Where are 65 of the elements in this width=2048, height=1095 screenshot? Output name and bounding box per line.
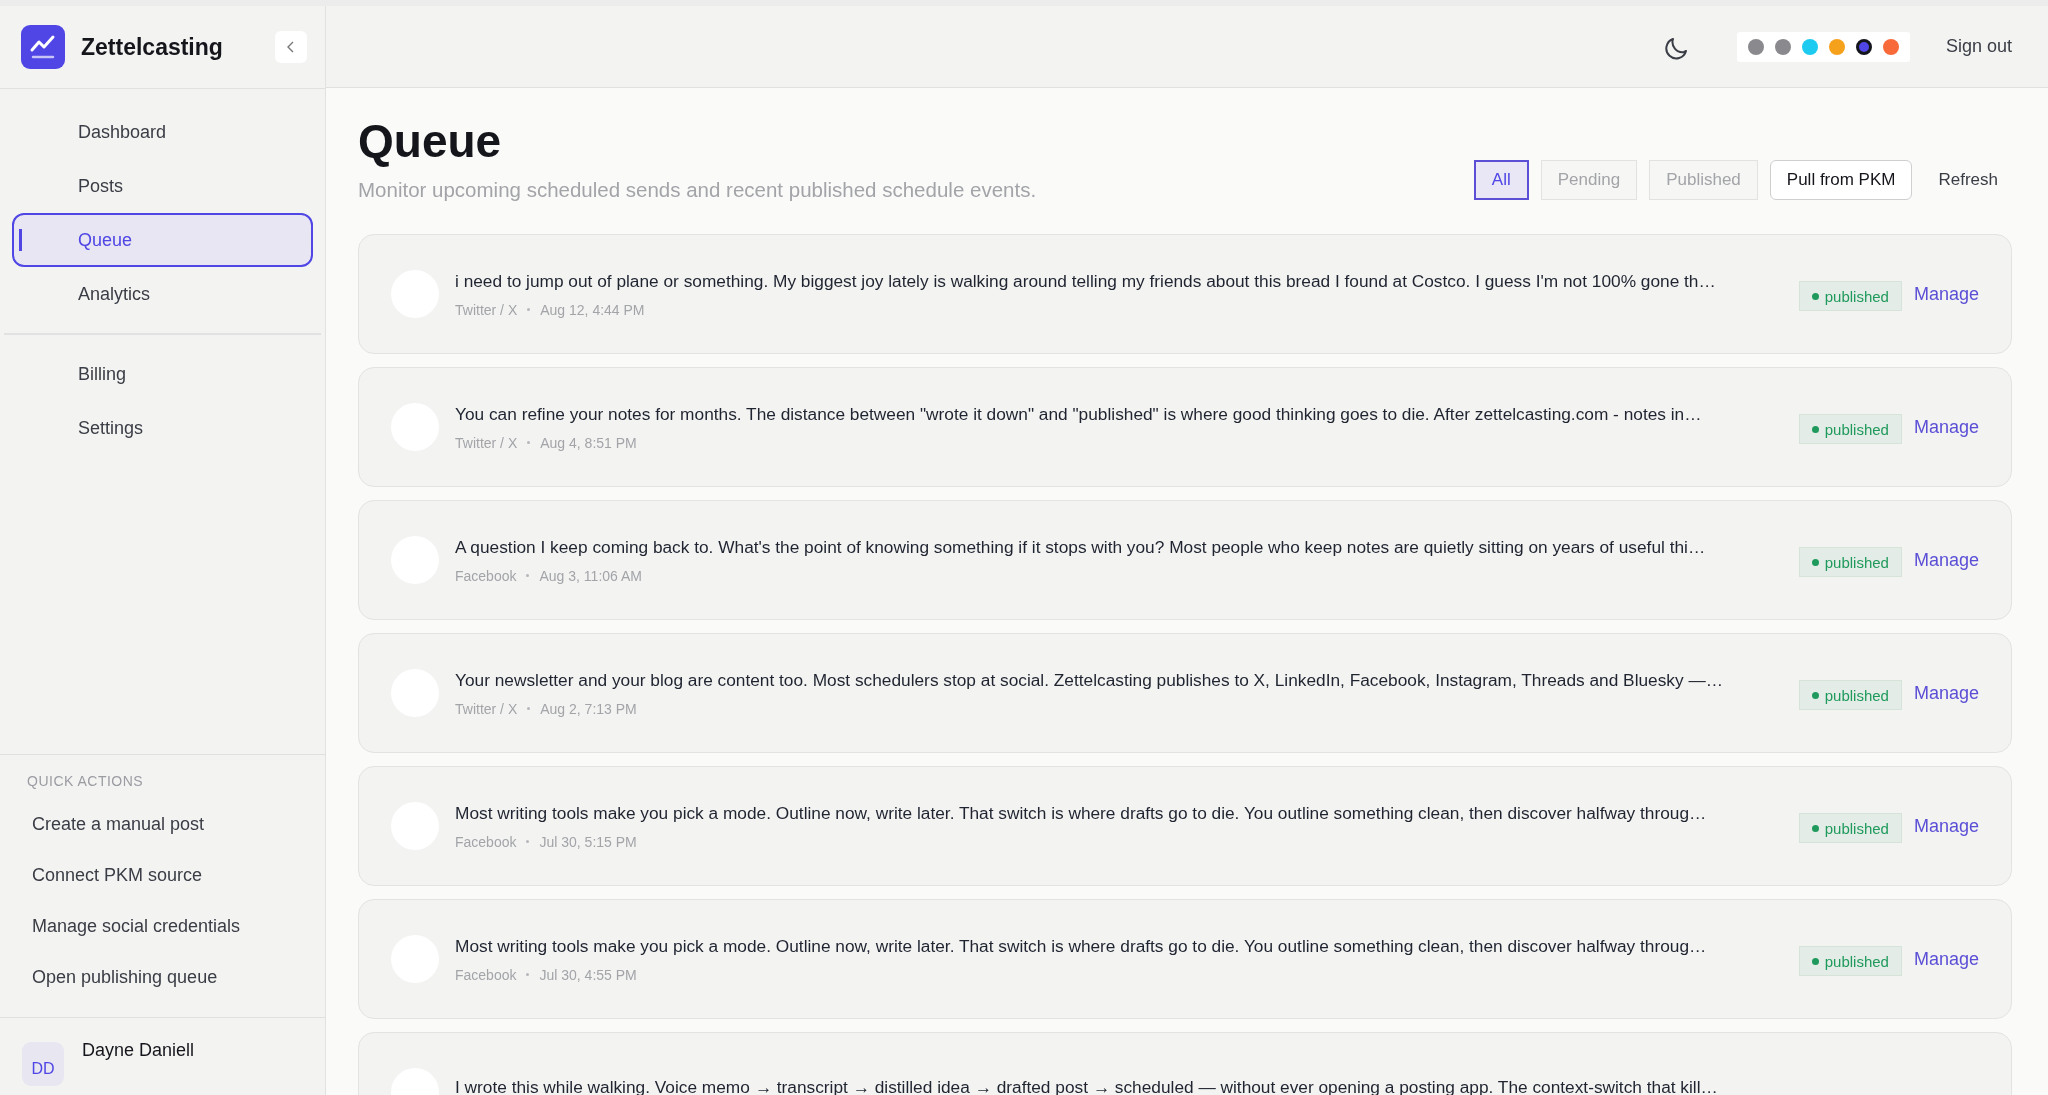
sign-out-button[interactable]: Sign out bbox=[1945, 36, 2012, 57]
post-text: You can refine your notes for months. The distance between "wrote it down" and "published" is where good thinking goes to die. After zettelcasting.com - notes in… bbox=[455, 403, 1703, 425]
section-heading: QUICK ACTIONS bbox=[26, 773, 145, 789]
refresh-button[interactable]: Refresh bbox=[1924, 160, 2012, 200]
platform-label: Twitter / X bbox=[455, 301, 518, 318]
status-badge: published bbox=[1798, 547, 1902, 577]
theme-color-swatch[interactable] bbox=[1801, 38, 1818, 55]
manage-link[interactable]: Manage bbox=[1913, 948, 1979, 970]
nav-item[interactable]: Dashboard bbox=[12, 105, 313, 159]
platform-label: Twitter / X bbox=[455, 700, 518, 717]
theme-color-swatch[interactable] bbox=[1882, 38, 1899, 55]
post-time: Aug 3, 11:06 AM bbox=[539, 567, 642, 584]
separator-dot-icon bbox=[526, 574, 530, 577]
status-badge: published bbox=[1798, 281, 1902, 311]
post-time: Aug 2, 7:13 PM bbox=[540, 700, 637, 717]
platform-label: Facebook bbox=[455, 966, 517, 983]
post-time: Jul 30, 5:15 PM bbox=[539, 833, 637, 850]
quick-action-link[interactable]: Manage social credentials bbox=[0, 901, 325, 952]
theme-color-swatch[interactable] bbox=[1747, 38, 1764, 55]
separator-dot-icon bbox=[526, 973, 530, 976]
brand-name: Zettelcasting bbox=[81, 33, 224, 61]
post-text: Most writing tools make you pick a mode. Outline now, write later. That switch is where drafts go to die. You outline something clean, then discover halfway throug… bbox=[455, 935, 1708, 957]
manage-link[interactable]: Manage bbox=[1913, 283, 1979, 305]
status-badge: published bbox=[1798, 414, 1902, 444]
theme-color-swatch[interactable] bbox=[1828, 38, 1845, 55]
manage-link[interactable]: Manage bbox=[1913, 549, 1979, 571]
separator-dot-icon bbox=[527, 707, 531, 710]
platform-label: Facebook bbox=[455, 833, 517, 850]
nav-item[interactable]: Posts bbox=[12, 159, 313, 213]
platform-label: Twitter / X bbox=[455, 434, 518, 451]
quick-action-link[interactable]: Open publishing queue bbox=[0, 952, 325, 1003]
post-time: Aug 4, 8:51 PM bbox=[540, 434, 637, 451]
post-text: Your newsletter and your blog are content too. Most schedulers stop at social. Zettelcasting publishes to X, LinkedIn, Facebook, Instagram, Threads and Bluesky —… bbox=[455, 669, 1724, 691]
separator-dot-icon bbox=[527, 308, 531, 311]
nav-item[interactable]: Settings bbox=[12, 401, 313, 455]
manage-link[interactable]: Manage bbox=[1913, 682, 1979, 704]
nav-item[interactable]: Analytics bbox=[12, 267, 313, 321]
post-text: i need to jump out of plane or something. My biggest joy lately is walking around telling my friends about this bread I found at Costco. I guess I'm not 100% gone th… bbox=[455, 270, 1717, 292]
nav-item[interactable]: Queue bbox=[12, 213, 313, 267]
quick-action-link[interactable]: Connect PKM source bbox=[0, 850, 325, 901]
page-title: Queue bbox=[358, 114, 503, 168]
status-badge: published bbox=[1798, 813, 1902, 843]
nav-item[interactable]: Billing bbox=[12, 347, 313, 401]
collapse-sidebar-button[interactable] bbox=[275, 31, 307, 63]
separator-dot-icon bbox=[527, 441, 531, 444]
post-time: Aug 12, 4:44 PM bbox=[540, 301, 645, 318]
status-badge: published bbox=[1798, 680, 1902, 710]
status-badge: published bbox=[1798, 946, 1902, 976]
quick-action-link[interactable]: Create a manual post bbox=[0, 799, 325, 850]
theme-color-swatch[interactable] bbox=[1855, 38, 1872, 55]
manage-link[interactable]: Manage bbox=[1913, 416, 1979, 438]
platform-label: Facebook bbox=[455, 567, 517, 584]
user-avatar: DD bbox=[22, 1042, 64, 1086]
post-text: Most writing tools make you pick a mode. Outline now, write later. That switch is where drafts go to die. You outline something clean, then discover halfway throug… bbox=[455, 802, 1708, 824]
pull-button[interactable]: Pull from PKM bbox=[1769, 160, 1913, 200]
post-time: Jul 30, 4:55 PM bbox=[539, 966, 637, 983]
page-subtitle: Monitor upcoming scheduled sends and recent published schedule events. bbox=[358, 178, 1038, 202]
theme-color-swatch[interactable] bbox=[1774, 38, 1791, 55]
chevron-left-icon bbox=[286, 41, 296, 53]
filter-tab[interactable]: All bbox=[1473, 160, 1529, 200]
user-name: Dayne Daniell bbox=[82, 1040, 195, 1061]
app-logo-icon bbox=[21, 25, 65, 69]
manage-link[interactable]: Manage bbox=[1913, 815, 1979, 837]
separator-dot-icon bbox=[526, 840, 530, 843]
post-text: A question I keep coming back to. What's the point of knowing something if it stops with you? Most people who keep notes are quietly sitting on years of useful thi… bbox=[455, 536, 1707, 558]
